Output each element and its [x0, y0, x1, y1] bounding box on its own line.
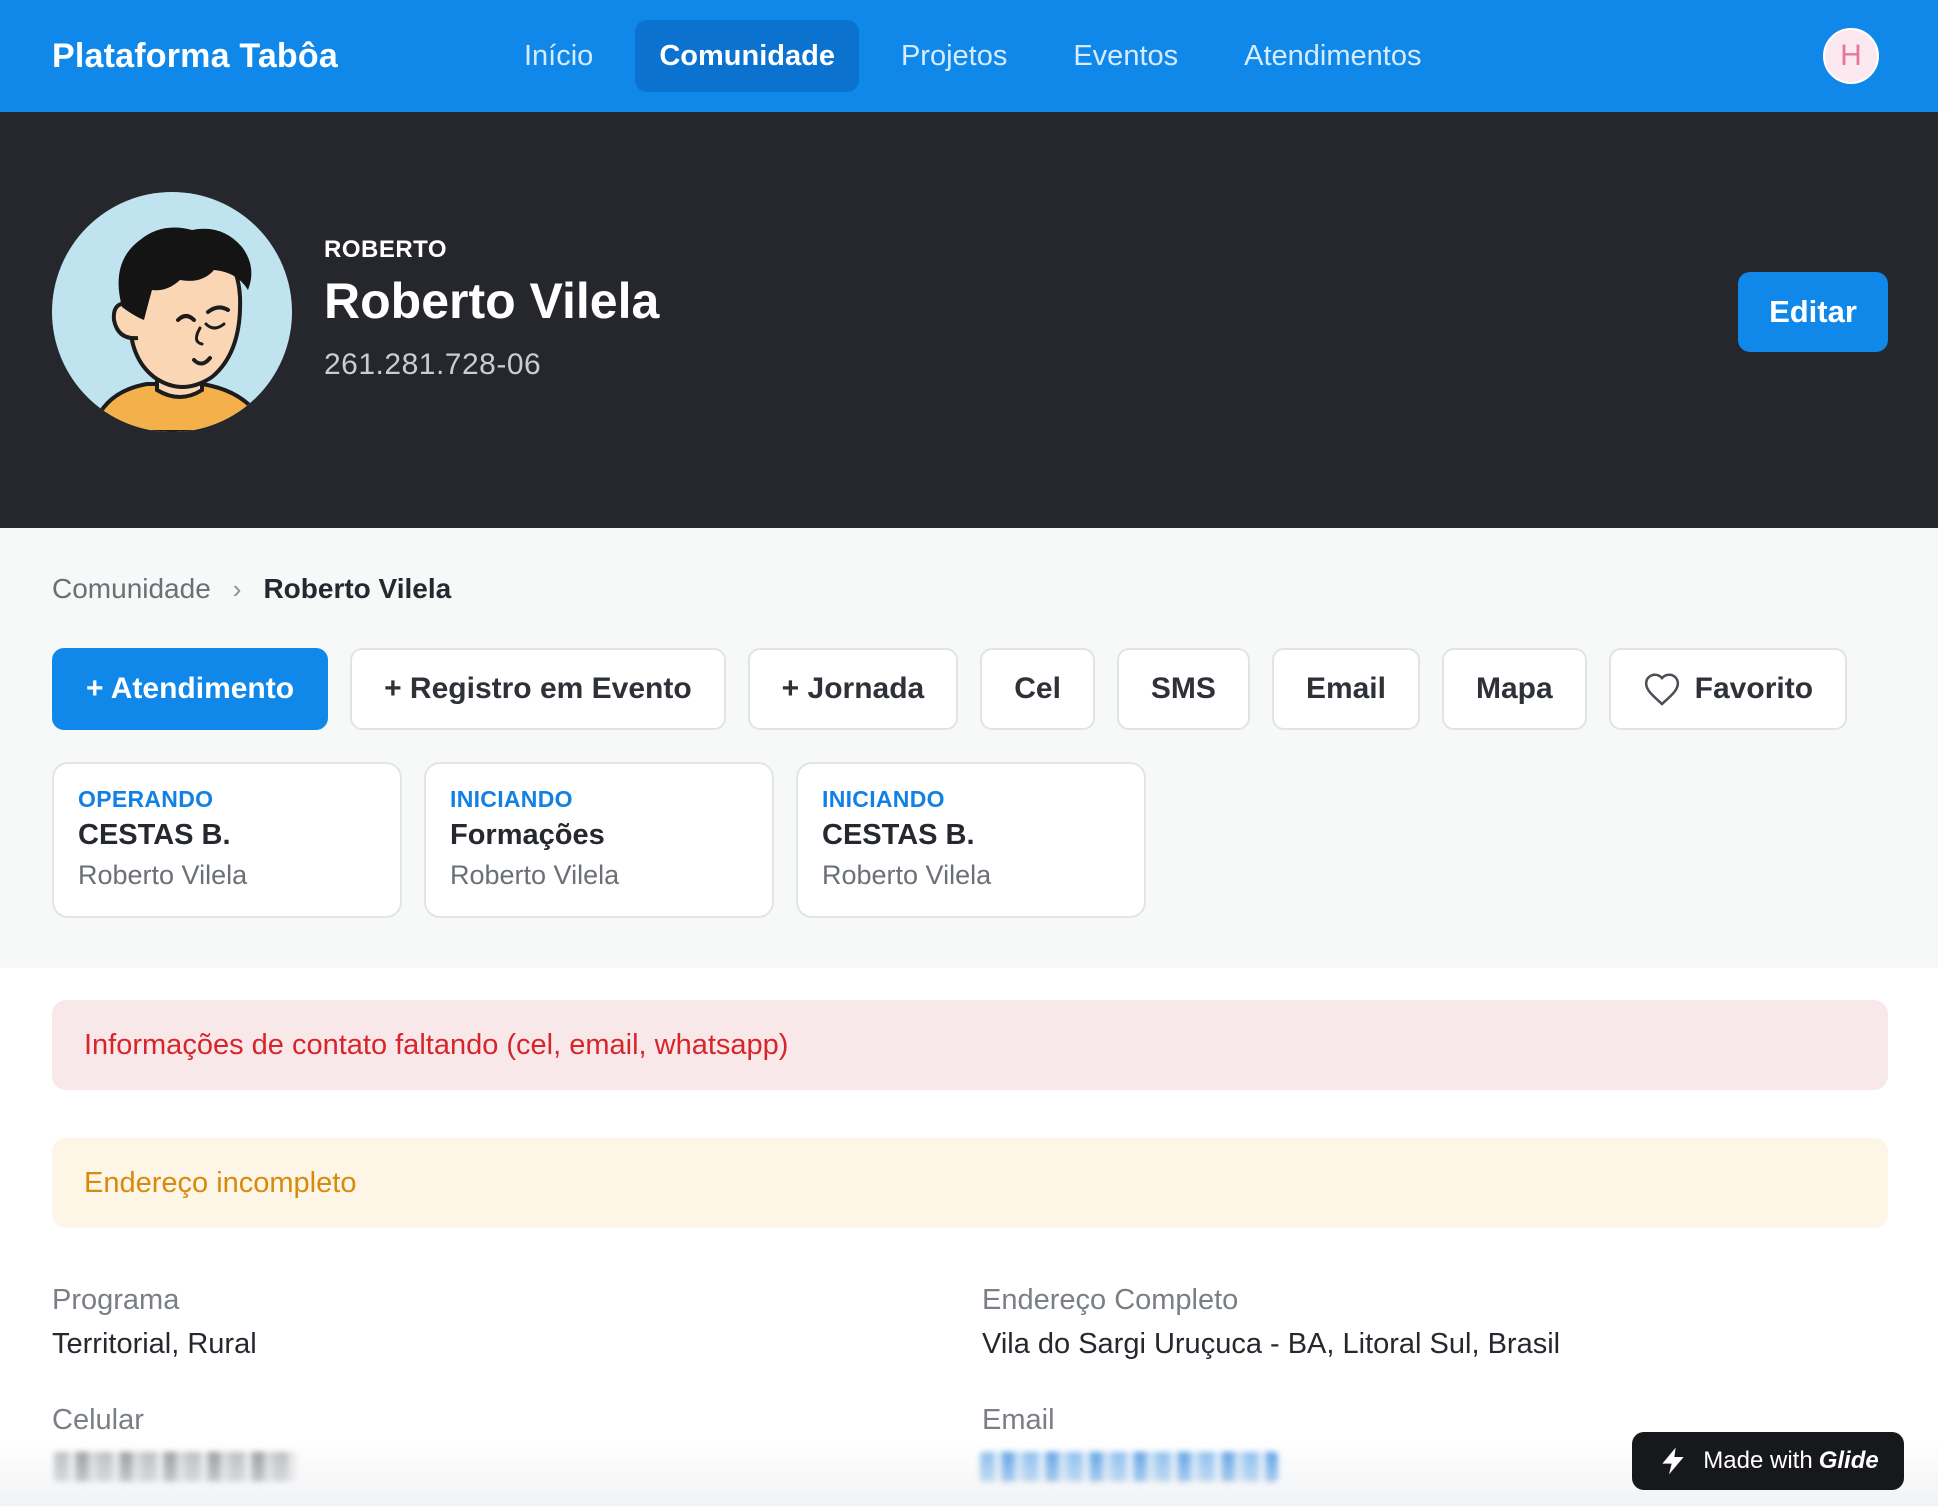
breadcrumb: Comunidade › Roberto Vilela [52, 564, 451, 614]
heart-icon [1644, 673, 1679, 706]
nav-link-comunidade[interactable]: Comunidade [635, 20, 859, 92]
nav-link-eventos[interactable]: Eventos [1049, 20, 1202, 92]
email-label: Email [982, 1404, 1055, 1436]
celular-value-redacted[interactable] [54, 1452, 296, 1482]
glide-bolt-icon [1662, 1447, 1684, 1475]
journey-title: CESTAS B. [822, 819, 975, 851]
chevron-right-icon: › [232, 573, 242, 604]
journey-status: OPERANDO [78, 786, 214, 812]
nav-link-inicio[interactable]: Início [500, 20, 617, 92]
nav-links: Início Comunidade Projetos Eventos Atend… [500, 20, 1463, 92]
breadcrumb-parent[interactable]: Comunidade [52, 573, 211, 605]
journey-cards: OPERANDO CESTAS B. Roberto Vilela INICIA… [52, 762, 1146, 918]
top-navigation-bar: Plataforma Tabôa Início Comunidade Proje… [0, 0, 1938, 112]
programa-value: Territorial, Rural [52, 1328, 257, 1360]
profile-avatar [52, 192, 292, 432]
profile-hero: ROBERTO Roberto Vilela 261.281.728-06 Ed… [0, 112, 1938, 528]
journey-card[interactable]: INICIANDO CESTAS B. Roberto Vilela [796, 762, 1146, 918]
contact-missing-alert: Informações de contato faltando (cel, em… [52, 1000, 1888, 1090]
badge-text: Made with Glide [1703, 1447, 1878, 1475]
profile-actions-section: Comunidade › Roberto Vilela + Atendiment… [0, 528, 1938, 968]
app-brand[interactable]: Plataforma Tabôa [52, 0, 338, 112]
nav-link-projetos[interactable]: Projetos [877, 20, 1031, 92]
add-atendimento-button[interactable]: + Atendimento [52, 648, 329, 730]
made-with-glide-badge[interactable]: Made with Glide [1632, 1432, 1904, 1490]
cel-button[interactable]: Cel [980, 648, 1095, 730]
badge-brand: Glide [1818, 1447, 1879, 1474]
endereco-label: Endereço Completo [982, 1284, 1239, 1316]
journey-title: Formações [450, 819, 605, 851]
journey-person: Roberto Vilela [450, 860, 620, 890]
address-incomplete-alert: Endereço incompleto [52, 1138, 1888, 1228]
journey-status: INICIANDO [822, 786, 945, 812]
cartoon-face-icon [89, 227, 270, 432]
journey-person: Roberto Vilela [822, 860, 992, 890]
edit-button[interactable]: Editar [1738, 272, 1888, 352]
journey-card[interactable]: INICIANDO Formações Roberto Vilela [424, 762, 774, 918]
add-jornada-button[interactable]: + Jornada [747, 648, 959, 730]
nav-link-atendimentos[interactable]: Atendimentos [1220, 20, 1445, 92]
user-avatar[interactable]: H [1823, 28, 1879, 84]
endereco-value: Vila do Sargi Uruçuca - BA, Litoral Sul,… [982, 1328, 1561, 1360]
favorito-button[interactable]: Favorito [1608, 648, 1848, 730]
journey-person: Roberto Vilela [78, 860, 248, 890]
action-buttons: + Atendimento + Registro em Evento + Jor… [52, 648, 1848, 730]
breadcrumb-current: Roberto Vilela [263, 573, 452, 604]
programa-label: Programa [52, 1284, 180, 1316]
journey-title: CESTAS B. [78, 819, 231, 851]
profile-kicker: ROBERTO [324, 236, 448, 263]
profile-name: Roberto Vilela [324, 273, 660, 329]
email-value-redacted[interactable] [980, 1452, 1278, 1482]
favorito-label: Favorito [1694, 672, 1814, 705]
profile-cpf: 261.281.728-06 [324, 348, 542, 381]
mapa-button[interactable]: Mapa [1441, 648, 1587, 730]
add-registro-evento-button[interactable]: + Registro em Evento [350, 648, 726, 730]
sms-button[interactable]: SMS [1116, 648, 1250, 730]
journey-status: INICIANDO [450, 786, 573, 812]
email-button[interactable]: Email [1271, 648, 1420, 730]
badge-prefix: Made with [1703, 1447, 1813, 1474]
journey-card[interactable]: OPERANDO CESTAS B. Roberto Vilela [52, 762, 402, 918]
celular-label: Celular [52, 1404, 144, 1436]
